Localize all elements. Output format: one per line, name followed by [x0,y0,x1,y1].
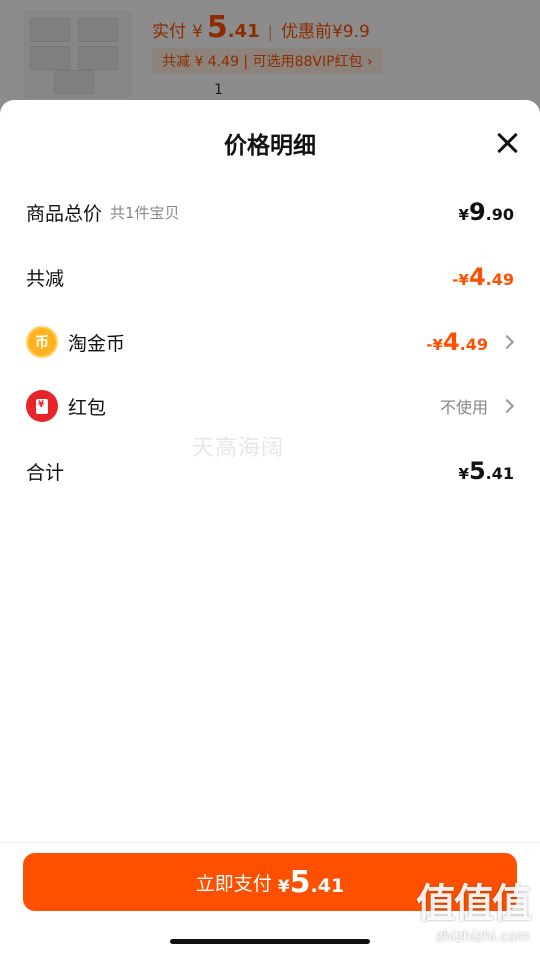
chevron-right-icon [499,398,515,414]
amount-int: 5 [468,457,486,485]
total-price-value: ¥ 9 .90 [459,198,514,226]
amount-int: 5 [289,864,311,900]
currency: ¥ [277,876,290,897]
amount-int: 9 [468,198,486,226]
chevron-right-icon [499,334,515,350]
row-sum: 合计 ¥ 5 .41 [0,451,540,491]
item-count: 共1件宝贝 [110,203,180,222]
amount-dec: .41 [485,464,514,483]
total-price-label: 商品总价 [26,202,103,225]
red-packet-icon [26,390,58,422]
watermark-url: zhizhizhi.com [435,929,530,945]
sum-label: 合计 [26,461,65,484]
pay-now-label: 立即支付 [195,872,272,895]
bottom-bar: 立即支付 ¥ 5 .41 值值值 zhizhizhi.com [0,842,540,953]
price-detail-sheet: 价格明细 商品总价 共1件宝贝 ¥ 9 .90 共减 -¥ 4 .49 币 淘金… [0,100,540,953]
watermark-logo: 值值值 [416,881,532,927]
taojinbi-label: 淘金币 [68,332,126,355]
amount-dec: .41 [310,874,345,897]
taojinbi-value: -¥ 4 .49 [426,328,488,356]
home-indicator[interactable] [170,939,370,944]
red-packet-value: 不使用 [439,398,488,417]
sheet-title: 价格明细 [224,133,316,159]
amount-dec: .49 [459,335,488,354]
taojinbi-coin-icon: 币 [26,326,58,358]
sheet-header: 价格明细 [0,100,540,184]
currency: -¥ [452,271,469,289]
discount-label: 共减 [26,267,65,290]
pay-now-amount: ¥ 5 .41 [278,865,344,900]
row-taojinbi[interactable]: 币 淘金币 -¥ 4 .49 [0,322,540,362]
amount-dec: .49 [485,270,514,289]
close-icon[interactable] [494,130,520,156]
sum-value: ¥ 5 .41 [459,457,514,485]
amount-int: 4 [442,328,460,356]
currency: ¥ [458,206,469,224]
discount-value: -¥ 4 .49 [452,263,514,291]
row-discount: 共减 -¥ 4 .49 [0,257,540,297]
currency: ¥ [458,465,469,483]
amount-int: 4 [468,263,486,291]
red-packet-label: 红包 [68,396,107,419]
row-red-packet[interactable]: 红包 不使用 [0,386,540,426]
row-total-price: 商品总价 共1件宝贝 ¥ 9 .90 [0,192,540,232]
corner-watermark: 值值值 zhizhizhi.com [416,871,532,945]
currency: -¥ [426,336,443,354]
amount-dec: .90 [485,205,514,224]
